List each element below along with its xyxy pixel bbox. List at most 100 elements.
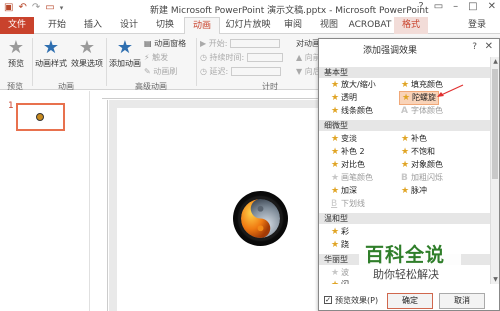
effect-item[interactable]: ★ 画笔颜色 xyxy=(331,172,373,184)
effect-item[interactable]: ★ 对比色 xyxy=(331,159,365,171)
tab-design[interactable]: 设计 xyxy=(112,17,146,34)
effect-item[interactable]: ★ 对象颜色 xyxy=(401,159,443,171)
effect-options-button[interactable]: ★ 效果选项 xyxy=(70,38,104,69)
scroll-up-icon[interactable]: ▲ xyxy=(491,57,500,66)
effect-item-selected[interactable]: ★ 陀螺旋 xyxy=(399,91,439,105)
window-title: 新建 Microsoft PowerPoint 演示文稿.pptx - Micr… xyxy=(150,6,429,16)
effect-item[interactable]: ★ 补色 2 xyxy=(331,146,365,158)
effect-item[interactable]: ★ 加深 xyxy=(331,185,357,197)
duration-input[interactable] xyxy=(246,53,283,62)
delay-field[interactable]: ◷ 延迟: xyxy=(200,66,281,77)
effect-label: 线条颜色 xyxy=(341,106,373,115)
effect-item[interactable]: B 加粗闪烁 xyxy=(401,172,443,184)
scrollbar-thumb[interactable] xyxy=(492,69,498,179)
animation-style-button[interactable]: ★ 动画样式 xyxy=(34,38,68,69)
tab-animations[interactable]: 动画 xyxy=(184,17,220,34)
animation-pane-button[interactable]: ▤ 动画窗格 xyxy=(144,38,186,49)
effects-scrollbar[interactable]: ▲ ▼ xyxy=(490,57,499,284)
dialog-help-button[interactable]: ? xyxy=(472,42,477,52)
category-subtle: 细微型 xyxy=(319,120,490,131)
tab-slideshow[interactable]: 幻灯片放映 xyxy=(222,17,274,34)
close-button[interactable]: ✕ xyxy=(488,1,496,12)
effect-label: 跷 xyxy=(341,240,349,249)
star-icon: ★ xyxy=(331,80,340,90)
effect-item[interactable]: ★ 脉冲 xyxy=(401,185,427,197)
effect-item[interactable]: ★ 波 xyxy=(331,267,349,279)
group-separator xyxy=(196,38,197,86)
delay-input[interactable] xyxy=(230,67,281,76)
effect-item[interactable]: ★ 放大/缩小 xyxy=(331,79,376,91)
animation-pane-label: 动画窗格 xyxy=(154,39,187,48)
trigger-button[interactable]: ⚡ 触发 xyxy=(144,52,168,63)
effect-label: 彩 xyxy=(341,227,349,236)
star-icon: ★ xyxy=(401,80,410,90)
slide-thumbnail[interactable] xyxy=(16,103,65,131)
ok-button[interactable]: 确定 xyxy=(387,293,433,309)
scroll-down-icon[interactable]: ▼ xyxy=(491,275,500,284)
preview-label: 预览 xyxy=(8,59,24,68)
tab-transitions[interactable]: 切换 xyxy=(148,17,182,34)
slideshow-icon[interactable]: ▭ xyxy=(45,2,54,14)
effect-item[interactable]: ★ 线条颜色 xyxy=(331,105,373,117)
star-icon: ★ xyxy=(401,134,410,144)
dialog-footer: ✓ 预览效果(P) 确定 取消 xyxy=(319,289,499,311)
tab-acrobat[interactable]: ACROBAT xyxy=(348,17,392,34)
watermark-subtitle: 助你轻松解决 xyxy=(373,268,439,281)
start-dropdown[interactable] xyxy=(229,39,280,48)
help-icon[interactable]: ? xyxy=(418,1,423,12)
tab-insert[interactable]: 插入 xyxy=(76,17,110,34)
minimize-button[interactable]: – xyxy=(453,1,458,12)
yin-yang-image[interactable] xyxy=(233,191,288,246)
add-animation-button[interactable]: ★ 添加动画 xyxy=(108,38,142,69)
effect-item[interactable]: A 字体颜色 xyxy=(401,105,443,117)
thumbnail-image-icon xyxy=(36,113,44,121)
cancel-button[interactable]: 取消 xyxy=(439,293,485,309)
effect-item[interactable]: ★ 透明 xyxy=(331,92,357,104)
underline-icon: B xyxy=(331,199,338,209)
effect-label: 对比色 xyxy=(341,160,365,169)
effect-label: 放大/缩小 xyxy=(341,80,376,89)
tab-file[interactable]: 文件 xyxy=(0,17,34,34)
slide-number: 1 xyxy=(8,101,14,111)
effect-item[interactable]: ★ 彩 xyxy=(331,226,349,238)
effect-item[interactable]: B 下划线 xyxy=(331,198,365,210)
star-icon: ★ xyxy=(331,186,340,196)
animation-painter-button[interactable]: ✎ 动画刷 xyxy=(144,66,177,77)
title-bar: ▣ ↶ ↷ ▭ ▾ 新建 Microsoft PowerPoint 演示文稿.p… xyxy=(0,0,500,17)
effect-label: 变淡 xyxy=(341,134,357,143)
tab-format[interactable]: 格式 xyxy=(394,17,428,34)
dialog-title-bar[interactable]: 添加强调效果 ? ✕ xyxy=(319,39,499,57)
effect-item[interactable]: ★ 变淡 xyxy=(331,133,357,145)
effect-label: 波 xyxy=(341,268,349,277)
group-separator xyxy=(32,38,33,86)
maximize-button[interactable]: □ xyxy=(468,1,477,12)
dialog-close-button[interactable]: ✕ xyxy=(485,41,493,52)
effect-item[interactable]: ★ 补色 xyxy=(401,133,427,145)
undo-icon[interactable]: ↶ xyxy=(18,2,26,14)
customize-qat-icon[interactable]: ▾ xyxy=(60,2,64,14)
login-link[interactable]: 登录 xyxy=(468,17,486,34)
tab-home[interactable]: 开始 xyxy=(40,17,74,34)
start-field[interactable]: ▶ 开始: xyxy=(200,38,280,49)
save-icon[interactable]: ▣ xyxy=(4,2,13,14)
slide[interactable] xyxy=(117,108,327,311)
duration-label: 持续时间: xyxy=(209,53,245,62)
font-color-icon: A xyxy=(401,106,408,116)
star-icon: ★ xyxy=(331,280,341,284)
preview-button[interactable]: ★ 预览 xyxy=(4,38,28,69)
animation-style-label: 动画样式 xyxy=(35,59,67,68)
duration-field[interactable]: ◷ 持续时间: xyxy=(200,52,283,63)
quick-access-toolbar: ▣ ↶ ↷ ▭ ▾ xyxy=(4,2,63,14)
vertical-ruler xyxy=(100,100,108,311)
effect-item[interactable]: ★ 不饱和 xyxy=(401,146,435,158)
effect-label: 画笔颜色 xyxy=(341,173,373,182)
effect-item[interactable]: ★ 跷 xyxy=(331,239,349,251)
redo-icon[interactable]: ↷ xyxy=(32,2,40,14)
preview-effect-checkbox[interactable]: ✓ xyxy=(324,296,332,304)
tab-view[interactable]: 视图 xyxy=(312,17,346,34)
ribbon-display-icon[interactable]: ▭ xyxy=(434,1,443,12)
effect-item[interactable]: ★闪 xyxy=(331,279,349,284)
yin-yang-icon xyxy=(241,199,280,238)
watermark: 百科全说 助你轻松解决 xyxy=(359,238,461,286)
tab-review[interactable]: 审阅 xyxy=(276,17,310,34)
